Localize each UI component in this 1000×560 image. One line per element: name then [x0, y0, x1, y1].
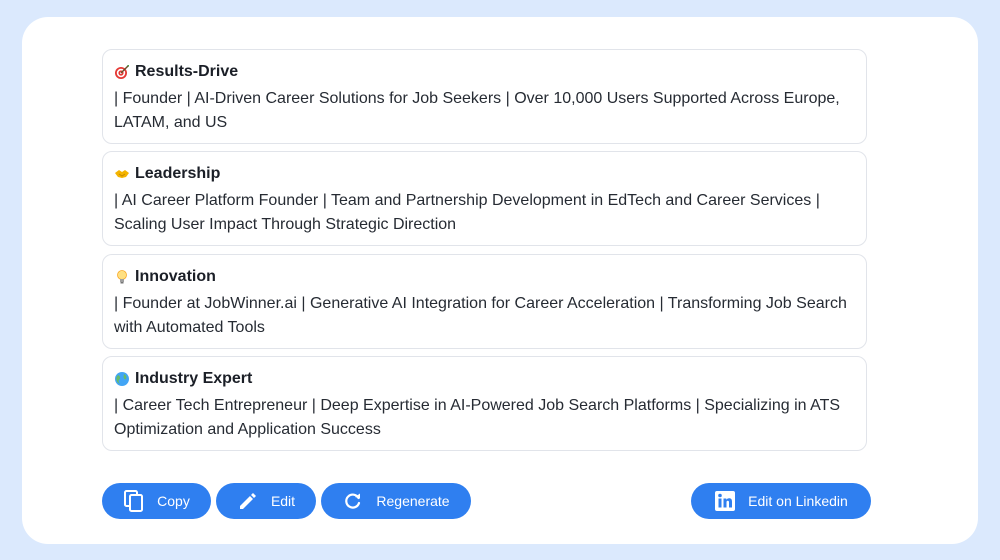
refresh-icon: [342, 490, 364, 512]
handshake-icon: [114, 166, 130, 182]
globe-icon: [114, 371, 130, 387]
card-text: | AI Career Platform Founder | Team and …: [114, 192, 820, 233]
copy-button[interactable]: Copy: [102, 483, 211, 519]
content-panel: Results-Drive | Founder | AI-Driven Care…: [22, 17, 978, 544]
card-title: Innovation: [114, 267, 855, 287]
edit-label: Edit: [270, 493, 296, 509]
linkedin-label: Edit on Linkedin: [748, 493, 848, 509]
card-title: Industry Expert: [114, 369, 855, 389]
edit-button[interactable]: Edit: [216, 483, 316, 519]
card-text: | Career Tech Entrepreneur | Deep Expert…: [114, 397, 841, 438]
headline-card-results[interactable]: Results-Drive | Founder | AI-Driven Care…: [102, 49, 867, 144]
headline-card-leadership[interactable]: Leadership | AI Career Platform Founder …: [102, 151, 867, 246]
card-title-text: Results-Drive: [135, 63, 239, 80]
lightbulb-icon: [114, 269, 130, 285]
pencil-icon: [237, 490, 259, 512]
copy-label: Copy: [157, 493, 190, 509]
linkedin-icon: [714, 490, 736, 512]
card-title-text: Leadership: [135, 165, 221, 182]
card-title-text: Industry Expert: [135, 370, 253, 387]
card-title-text: Innovation: [135, 268, 216, 285]
card-text: | Founder at JobWinner.ai | Generative A…: [114, 295, 847, 336]
regenerate-button[interactable]: Regenerate: [321, 483, 471, 519]
copy-icon: [123, 490, 145, 512]
headline-card-innovation[interactable]: Innovation | Founder at JobWinner.ai | G…: [102, 254, 867, 349]
regenerate-label: Regenerate: [376, 493, 450, 509]
headline-card-industry[interactable]: Industry Expert | Career Tech Entreprene…: [102, 356, 867, 451]
card-title: Leadership: [114, 164, 855, 184]
target-icon: [114, 64, 130, 80]
card-title: Results-Drive: [114, 62, 855, 82]
card-text: | Founder | AI-Driven Career Solutions f…: [114, 90, 840, 131]
edit-on-linkedin-button[interactable]: Edit on Linkedin: [691, 483, 871, 519]
